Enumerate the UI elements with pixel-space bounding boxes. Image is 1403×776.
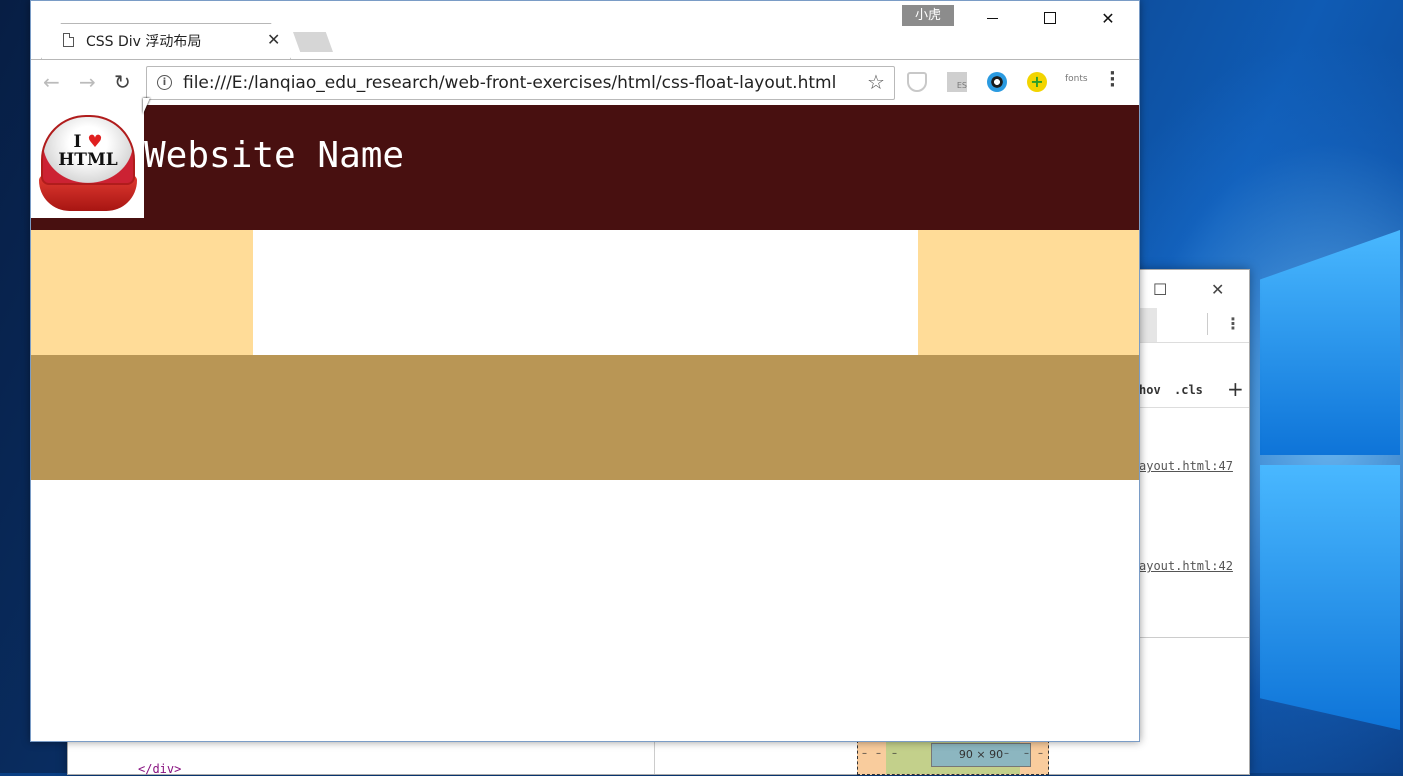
- back-icon[interactable]: ←: [43, 70, 60, 94]
- close-tab-icon[interactable]: ✕: [267, 30, 280, 49]
- close-window-icon[interactable]: ✕: [1079, 1, 1137, 35]
- mouse-cursor: [143, 98, 150, 114]
- title-bar: CSS Div 浮动布局 ✕ 小虎 ✕: [31, 1, 1139, 59]
- tab-title: CSS Div 浮动布局: [86, 34, 202, 50]
- tab-css-float-layout[interactable]: CSS Div 浮动布局 ✕: [41, 23, 291, 59]
- es-extension-icon[interactable]: ES: [947, 72, 967, 92]
- source-link[interactable]: ayout.html:42: [1139, 559, 1233, 573]
- fonts-extension-icon[interactable]: fonts: [1065, 74, 1095, 94]
- add-rule-button[interactable]: +: [1227, 377, 1244, 401]
- toolbar-divider: [1207, 313, 1208, 335]
- left-column: [31, 230, 253, 355]
- site-header: I ♥ HTML Website Name: [31, 105, 1139, 230]
- browser-toolbar: ← → ↻ i file:///E:/lanqiao_edu_research/…: [31, 59, 1139, 106]
- logo-text-line1: I ♥: [73, 132, 103, 152]
- url-text: file:///E:/lanqiao_edu_research/web-fron…: [183, 73, 837, 93]
- minimize-icon[interactable]: [963, 1, 1021, 35]
- class-toggle[interactable]: .cls: [1174, 383, 1203, 397]
- html-cap-logo: I ♥ HTML: [31, 105, 144, 218]
- plus-extension-icon[interactable]: +: [1027, 72, 1047, 92]
- user-profile-badge[interactable]: 小虎: [902, 5, 954, 26]
- box-content-size: 90 × 90: [931, 743, 1031, 767]
- box-model-diagram: – – – 90 × 90 – – –: [857, 740, 1049, 775]
- info-icon[interactable]: i: [157, 75, 172, 90]
- maximize-icon[interactable]: ☐: [1153, 280, 1167, 299]
- windows-logo: [1250, 190, 1400, 773]
- right-column: [918, 230, 1139, 355]
- code-line[interactable]: </div>: [138, 762, 181, 776]
- close-icon[interactable]: ✕: [1211, 280, 1224, 299]
- page-icon: [63, 33, 74, 47]
- devtools-toolbar: ⋮: [1139, 308, 1249, 343]
- reload-icon[interactable]: ↻: [114, 70, 131, 94]
- eye-extension-icon[interactable]: [987, 72, 1007, 92]
- new-tab-button[interactable]: [293, 32, 333, 52]
- site-footer: [31, 355, 1139, 480]
- browser-window: CSS Div 浮动布局 ✕ 小虎 ✕ ← → ↻ i file:///E:/l…: [30, 0, 1140, 742]
- shield-extension-icon[interactable]: [907, 72, 927, 92]
- style-rule-2: ayout.html:42: [1139, 555, 1249, 638]
- style-rule-1: ayout.html:47: [1139, 455, 1249, 556]
- styles-filter-bar: hov .cls +: [1139, 375, 1249, 408]
- maximize-icon[interactable]: [1021, 1, 1079, 35]
- browser-menu-icon[interactable]: · · ·: [1109, 65, 1116, 95]
- main-column: [253, 230, 918, 355]
- page-viewport: I ♥ HTML Website Name: [31, 105, 1139, 741]
- panel-divider[interactable]: [654, 740, 655, 774]
- more-options-icon[interactable]: ⋮: [1225, 314, 1241, 333]
- logo-text-line2: HTML: [58, 150, 118, 170]
- site-title: Website Name: [144, 135, 405, 176]
- bookmark-star-icon[interactable]: ☆: [867, 70, 885, 94]
- forward-icon[interactable]: →: [79, 70, 96, 94]
- hover-state-toggle[interactable]: hov: [1139, 383, 1161, 397]
- address-bar[interactable]: i file:///E:/lanqiao_edu_research/web-fr…: [146, 66, 895, 100]
- source-link[interactable]: ayout.html:47: [1139, 459, 1233, 473]
